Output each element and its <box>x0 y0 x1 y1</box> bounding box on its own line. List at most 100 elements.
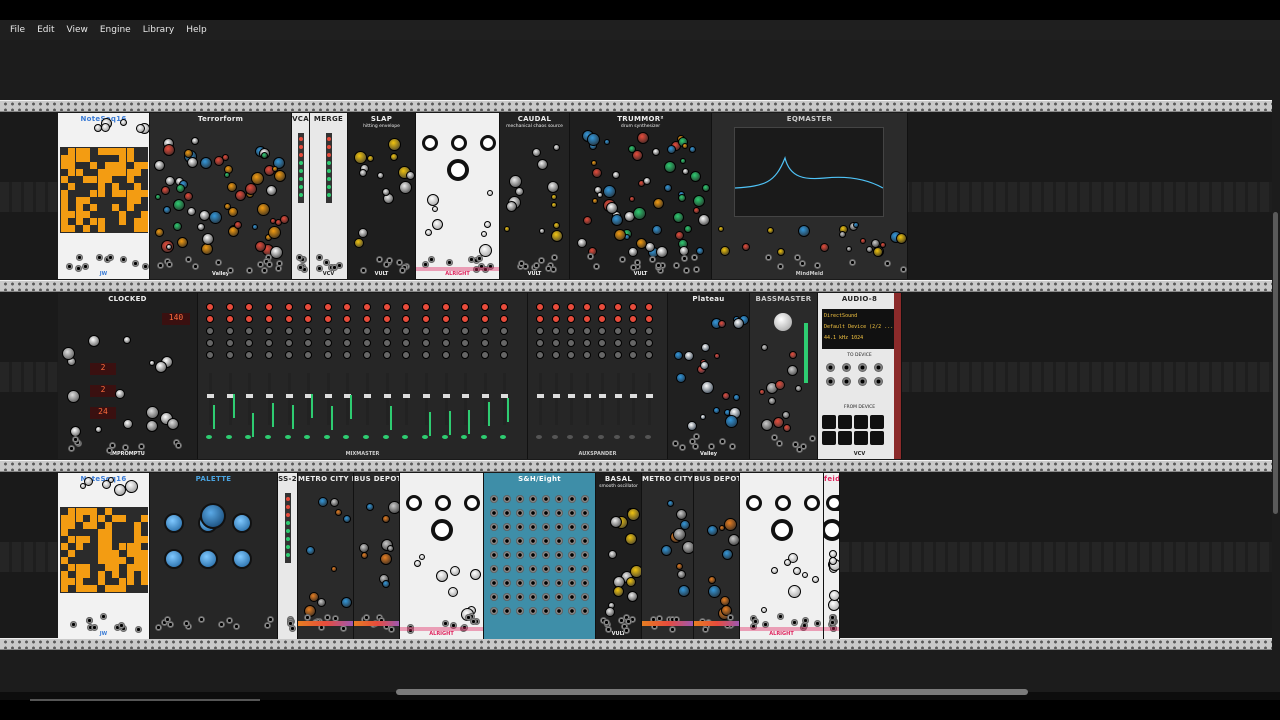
knob[interactable] <box>598 351 606 359</box>
grid-cell[interactable] <box>90 585 98 592</box>
knob[interactable] <box>664 183 672 192</box>
jack[interactable] <box>122 443 130 451</box>
grid-cell[interactable] <box>112 162 120 169</box>
grid-cell[interactable] <box>126 571 134 578</box>
module-merge[interactable]: MERGE VCV <box>310 113 348 279</box>
jack[interactable] <box>617 616 625 624</box>
jack[interactable] <box>690 253 698 261</box>
knob[interactable] <box>775 379 786 390</box>
device-display[interactable]: DirectSound Default Device (2/2 ... 44.1 k… <box>822 309 894 349</box>
knob[interactable] <box>577 238 588 249</box>
knob[interactable] <box>402 339 411 347</box>
jack[interactable] <box>777 263 785 271</box>
menu-help[interactable]: Help <box>180 25 213 35</box>
knob[interactable] <box>767 397 776 406</box>
knob[interactable] <box>536 351 544 359</box>
knob[interactable] <box>323 351 332 359</box>
knob[interactable] <box>582 303 591 311</box>
grid-cell[interactable] <box>97 169 105 176</box>
jack[interactable] <box>529 495 537 503</box>
jack[interactable] <box>669 625 677 633</box>
jack[interactable] <box>592 262 600 270</box>
module-caudal[interactable]: CAUDAL mechanical chaos source VULT <box>500 113 570 279</box>
jack[interactable] <box>568 607 576 615</box>
jack[interactable] <box>490 495 498 503</box>
knob[interactable] <box>628 196 635 203</box>
knob[interactable] <box>592 197 599 204</box>
jack[interactable] <box>296 253 304 261</box>
knob[interactable] <box>155 194 162 200</box>
knob[interactable] <box>363 303 371 311</box>
knob[interactable] <box>431 218 443 230</box>
knob[interactable] <box>323 327 332 335</box>
jack[interactable] <box>555 523 563 531</box>
knob[interactable] <box>284 303 293 311</box>
knob[interactable] <box>461 303 470 311</box>
knob[interactable] <box>684 350 695 361</box>
jack[interactable] <box>551 254 559 262</box>
jack[interactable] <box>729 442 737 450</box>
knob[interactable] <box>598 303 606 311</box>
jack[interactable] <box>568 495 576 503</box>
knob[interactable] <box>402 303 411 311</box>
knob[interactable] <box>582 327 591 335</box>
knob[interactable] <box>95 426 103 434</box>
knob[interactable] <box>264 339 273 347</box>
knob[interactable] <box>176 236 188 248</box>
knob[interactable] <box>643 177 652 186</box>
knob[interactable] <box>441 339 450 347</box>
jack[interactable] <box>568 551 576 559</box>
mute-led[interactable] <box>551 435 558 439</box>
grid-cell[interactable] <box>134 529 141 536</box>
knob[interactable] <box>811 575 819 583</box>
knob[interactable] <box>783 559 791 567</box>
menu-view[interactable]: View <box>61 25 94 35</box>
knob[interactable] <box>629 351 637 359</box>
channel-fader[interactable] <box>462 373 470 425</box>
jack[interactable] <box>191 263 199 271</box>
knob[interactable] <box>567 327 575 335</box>
knob[interactable] <box>766 226 774 234</box>
knob[interactable] <box>603 184 617 198</box>
grid-cell[interactable] <box>61 557 68 564</box>
knob[interactable] <box>536 315 544 323</box>
jack[interactable] <box>516 607 524 615</box>
jack[interactable] <box>516 551 524 559</box>
knob[interactable] <box>701 184 710 193</box>
knob[interactable] <box>67 389 81 403</box>
jack[interactable] <box>529 551 537 559</box>
knob[interactable] <box>83 477 93 487</box>
knob[interactable] <box>422 135 438 151</box>
knob[interactable] <box>550 201 557 208</box>
menu-engine[interactable]: Engine <box>94 25 137 35</box>
knob[interactable] <box>613 339 622 347</box>
mute-led[interactable] <box>567 435 573 439</box>
knob[interactable] <box>155 361 168 374</box>
knob[interactable] <box>693 195 706 208</box>
jack[interactable] <box>542 579 550 587</box>
grid-cell[interactable] <box>75 148 83 155</box>
knob[interactable] <box>402 315 411 323</box>
channel-fader[interactable] <box>403 373 411 425</box>
module-s-h-eight[interactable]: S&H/Eight <box>484 473 596 639</box>
knob[interactable] <box>363 339 371 347</box>
jack[interactable] <box>532 261 540 269</box>
knob[interactable] <box>146 419 159 432</box>
mute-led[interactable] <box>225 435 232 439</box>
jack[interactable] <box>516 509 524 517</box>
knob[interactable] <box>284 351 293 359</box>
grid-cell[interactable] <box>126 148 134 155</box>
grid-cell[interactable] <box>104 162 112 169</box>
jack[interactable] <box>765 254 773 262</box>
knob[interactable] <box>382 327 391 335</box>
jack[interactable] <box>490 509 498 517</box>
knob[interactable] <box>539 228 546 235</box>
mute-led[interactable] <box>598 435 604 439</box>
knob[interactable] <box>719 596 730 607</box>
jack[interactable] <box>225 617 233 625</box>
knob[interactable] <box>441 327 450 335</box>
knob[interactable] <box>895 233 907 245</box>
knob[interactable] <box>245 315 254 323</box>
knob[interactable] <box>859 238 866 245</box>
grid-cell[interactable] <box>112 515 120 522</box>
